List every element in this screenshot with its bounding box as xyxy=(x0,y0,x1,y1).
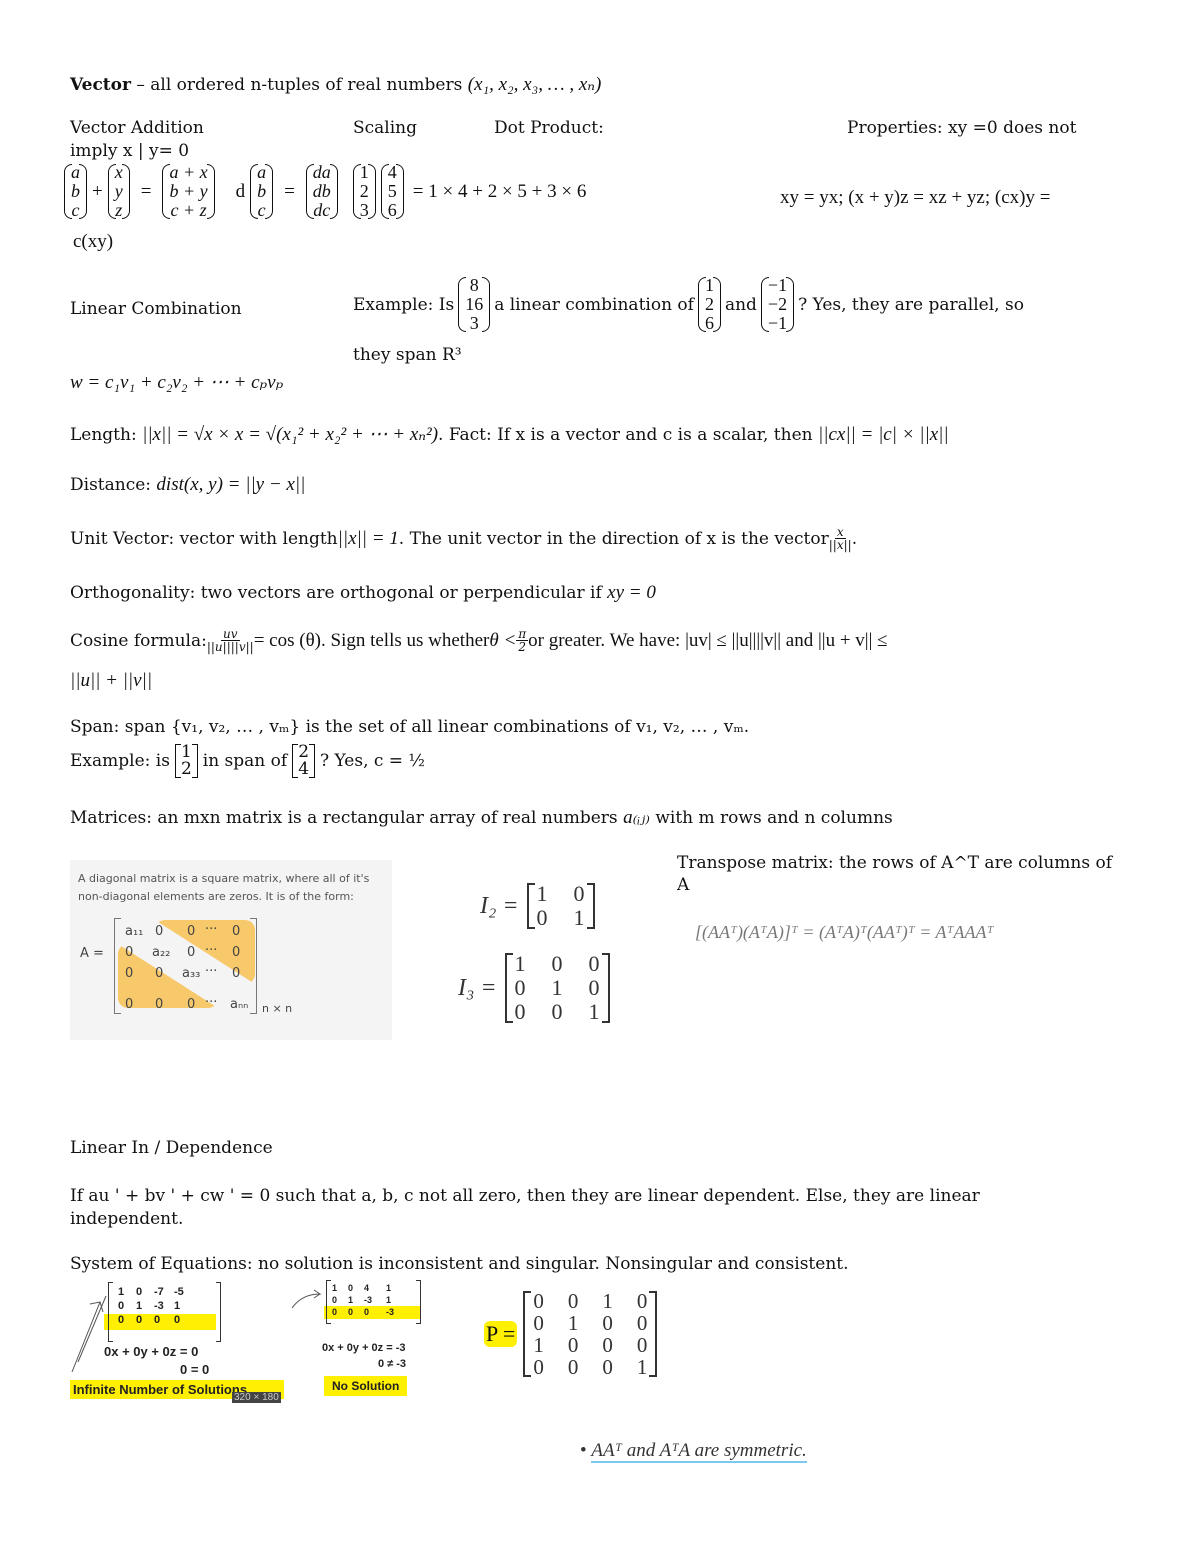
length-formula: ||x|| = √x × x = √(x₁² + x₂² + ⋯ + xₙ²) xyxy=(142,424,439,445)
properties-formula: xy = yx; (x + y)z = xz + yz; (cx)y = xyxy=(780,187,1051,208)
identity-2-matrix: 10 01 xyxy=(526,882,595,930)
left-bracket xyxy=(108,1282,113,1342)
infinite-solutions-image: 1 0 -7 -5 0 1 -3 1 0000 0x + 0y + 0z = 0 0 = 0… xyxy=(70,1282,285,1404)
span-definition: Span: span {v₁, v₂, … , vₘ} is the set o… xyxy=(70,717,750,737)
left-bracket xyxy=(326,1280,331,1324)
cosine-fraction: uv ||u||||v|| xyxy=(206,627,254,654)
right-bracket xyxy=(216,1282,221,1342)
identity-3: I₃ = 100 010 001 xyxy=(458,952,610,1024)
dependence-text: If au ' + bv ' + cw ' = 0 such that a, b… xyxy=(70,1186,980,1206)
vector-sum: a + xb + yc + z xyxy=(162,163,215,220)
example-vector-1: 8 16 3 xyxy=(458,276,491,333)
properties-header: Properties: xy =0 does not xyxy=(847,118,1077,138)
augmented-matrix-nosolution: 1041 0 1 -3 1 0 0 0 -3 xyxy=(332,1283,395,1317)
scaling-header: Scaling xyxy=(353,118,418,138)
span-r3-text: they span R³ xyxy=(353,345,462,365)
span-vector-1: 12 xyxy=(174,744,198,778)
diagonal-matrix-image: A diagonal matrix is a square matrix, wh… xyxy=(70,860,392,1040)
vector-tuple: (x₁, x₂, x₃, … , xₙ) xyxy=(467,74,602,95)
transpose-formula: [(AAᵀ)(AᵀA)]ᵀ = (AᵀA)ᵀ(AAᵀ)ᵀ = AᵀAAAᵀ xyxy=(695,922,994,942)
identity-2: I₂ = 10 01 xyxy=(480,882,595,930)
distance-line: Distance: dist(x, y) = ||y − x|| xyxy=(70,474,306,495)
right-bracket xyxy=(250,918,257,1014)
symmetric-text: AAᵀ and AᵀA are symmetric. xyxy=(591,1440,807,1463)
infinite-equation-1: 0x + 0y + 0z = 0 xyxy=(104,1344,199,1359)
augmented-matrix-infinite: 1 0 -7 -5 0 1 -3 1 0000 xyxy=(118,1286,184,1326)
infinite-equation-2: 0 = 0 xyxy=(180,1362,210,1377)
diagonal-caption: A diagonal matrix is a square matrix, wh… xyxy=(78,872,370,903)
distance-formula: dist(x, y) = ||y − x|| xyxy=(156,474,306,495)
properties-tail: c(xy) xyxy=(73,231,114,252)
cosine-line: Cosine formula: uv ||u||||v|| = cos (θ). … xyxy=(70,627,888,654)
unit-vector-fraction: x ||x|| xyxy=(828,525,852,552)
permutation-matrix: P = 0010 0100 1000 0001 xyxy=(484,1290,658,1378)
imply-text: imply x | y= 0 xyxy=(70,141,190,161)
symmetric-note: • AAᵀ and AᵀA are symmetric. xyxy=(580,1440,807,1463)
nosolution-equation-2: 0 ≠ -3 xyxy=(378,1358,407,1370)
scaling-vector: abc xyxy=(250,163,274,220)
permutation-label: P = xyxy=(484,1321,518,1347)
vector-abc: abc xyxy=(64,163,87,220)
vector-addition-formula: abc + xyz = a + xb + yc + z d abc = da db… xyxy=(64,163,586,220)
linear-combination-label: Linear Combination xyxy=(70,299,242,319)
vector-definition-text: – all ordered n-tuples of real numbers xyxy=(130,75,468,95)
system-of-equations: System of Equations: no solution is inco… xyxy=(70,1254,849,1274)
vector-xyz: xyz xyxy=(107,163,130,220)
dot-expansion: = 1 × 4 + 2 × 5 + 3 × 6 xyxy=(412,180,587,202)
transpose-definition: Transpose matrix: the rows of A^T are co… xyxy=(677,853,1113,895)
image-size-badge: 320 × 180 xyxy=(232,1392,281,1403)
dependence-label: Linear In / Dependence xyxy=(70,1138,273,1158)
orthogonality-line: Orthogonality: two vectors are orthogona… xyxy=(70,582,656,603)
linear-combination-example: Example: Is 8 16 3 a linear combination of… xyxy=(353,275,1024,333)
linear-combination-formula: w = c₁v₁ + c₂v₂ + ⋯ + cₚvₚ xyxy=(70,372,284,393)
dot-right-vector: 456 xyxy=(380,163,404,220)
unit-vector-line: Unit Vector: vector with length ||x|| = … xyxy=(70,525,858,552)
dot-left-vector: 123 xyxy=(352,163,376,220)
bullet: • xyxy=(580,1440,587,1461)
example-vector-3: −1 −2 −1 xyxy=(760,276,795,333)
scaling-result: da db dc xyxy=(305,163,338,220)
matrices-definition: Matrices: an mxn matrix is a rectangular… xyxy=(70,807,893,828)
pi-over-2-fraction: π2 xyxy=(516,627,529,654)
example-vector-2: 126 xyxy=(697,276,721,333)
nosolution-equation-1: 0x + 0y + 0z = -3 xyxy=(322,1342,406,1354)
no-solution-label: No Solution xyxy=(324,1376,408,1396)
dependence-text-2: independent. xyxy=(70,1209,184,1229)
vector-title: Vector xyxy=(70,75,131,95)
scalar-length-formula: ||cx|| = |c| × ||x|| xyxy=(818,424,949,445)
span-vector-2: 24 xyxy=(292,744,315,778)
no-solution-image: 1041 0 1 -3 1 0 0 0 -3 0x + 0y + 0z = -3 0 ≠ -… xyxy=(290,1280,430,1400)
left-bracket xyxy=(114,918,121,1014)
permutation-grid: 0010 0100 1000 0001 xyxy=(523,1290,658,1378)
identity-3-matrix: 100 010 001 xyxy=(504,952,610,1024)
cosine-line-2: ||u|| + ||v|| xyxy=(70,670,153,691)
vector-definition: Vector – all ordered n-tuples of real nu… xyxy=(70,73,601,96)
right-bracket xyxy=(416,1280,421,1324)
span-example: Example: is 12 in span of 24 ? Yes, c = … xyxy=(70,742,425,779)
dot-product-header: Dot Product: xyxy=(494,118,604,138)
vector-addition-header: Vector Addition xyxy=(70,118,204,138)
length-line: Length: ||x|| = √x × x = √(x₁² + x₂² + ⋯… xyxy=(70,424,949,445)
